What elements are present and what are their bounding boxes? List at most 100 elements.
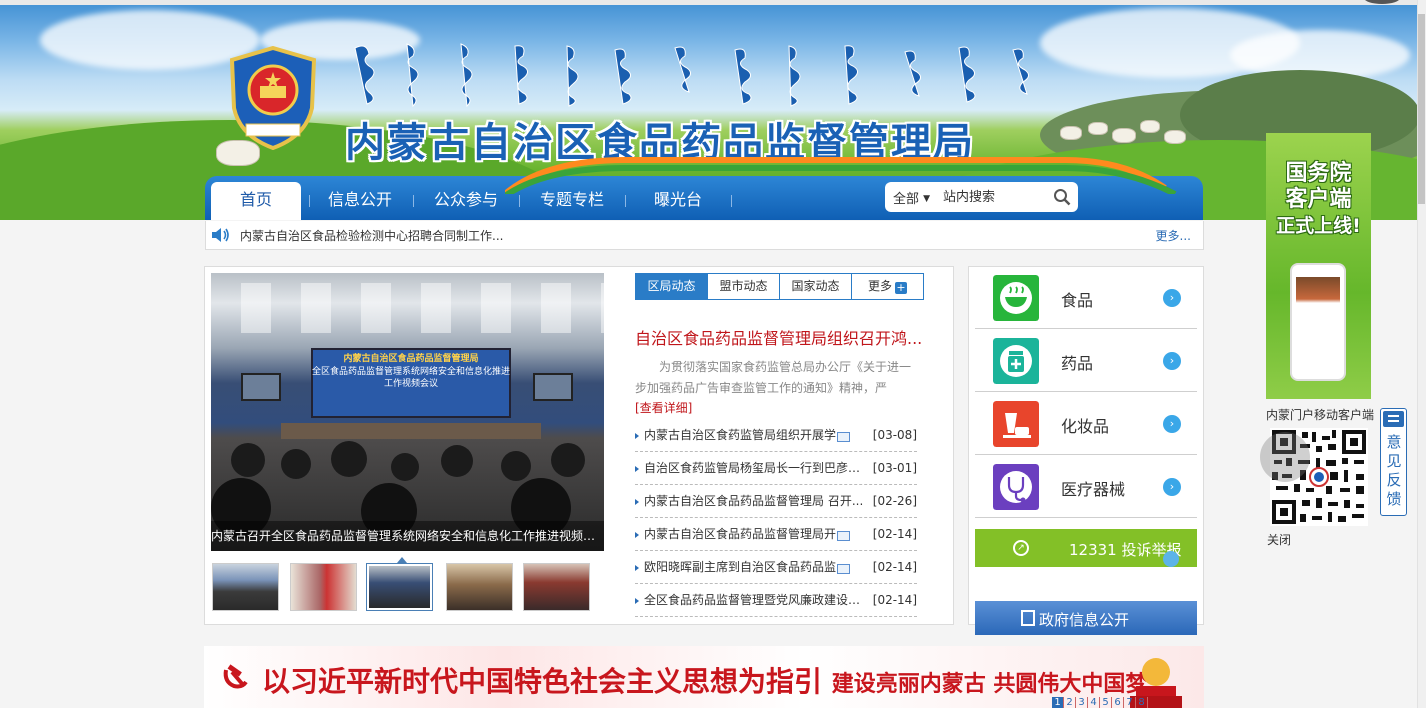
page-6[interactable]: 6	[1112, 697, 1124, 708]
news-title[interactable]: 全区食品药品监督管理暨党风廉政建设工...	[644, 584, 864, 617]
news-title[interactable]: 内蒙古自治区食药监管局组织开展学	[644, 419, 864, 452]
medicine-bottle-icon	[993, 338, 1039, 384]
app-promo-banner[interactable]: 国务院 客户端 正式上线!	[1266, 133, 1371, 399]
nav-separator	[731, 195, 732, 207]
nav-separator	[309, 195, 310, 207]
news-list-item[interactable]: 自治区食药监管局杨玺局长一行到巴彦淖... [03-01]	[635, 452, 917, 485]
page-2[interactable]: 2	[1064, 697, 1076, 708]
nav-exposure[interactable]: 曝光台	[635, 182, 721, 220]
caret-down-icon: ▼	[923, 194, 931, 204]
news-title[interactable]: 内蒙古自治区食品药品监督管理局 召开...	[644, 485, 864, 518]
plus-icon: +	[895, 281, 907, 294]
audience-head	[391, 453, 419, 481]
page-8[interactable]: 8	[1136, 697, 1148, 708]
cursor-dot	[1163, 551, 1179, 567]
promo-line-2: 客户端	[1285, 187, 1352, 212]
thumbnail[interactable]	[290, 563, 357, 611]
tab-league-city-news[interactable]: 盟市动态	[708, 274, 780, 299]
page-4[interactable]: 4	[1088, 697, 1100, 708]
complaint-hotline-button[interactable]: ↗ 12331 投诉举报	[975, 529, 1197, 567]
chevron-right-icon: ›	[1163, 478, 1181, 496]
nav-info-disclosure[interactable]: 信息公开	[317, 182, 403, 220]
food-bowl-icon	[993, 275, 1039, 321]
image-icon	[837, 531, 850, 541]
search-scope-select[interactable]: 全部 ▼	[893, 188, 930, 207]
slogan-text: 以习近平新时代中国特色社会主义思想为指引 建设亮丽内蒙古 共圆伟大中国梦	[262, 660, 1147, 700]
search-box: 全部 ▼	[885, 182, 1078, 212]
thumbnail[interactable]	[446, 563, 513, 611]
agency-emblem-icon	[229, 46, 317, 150]
sheep	[1088, 122, 1108, 135]
nav-special-topics[interactable]: 专题专栏	[529, 182, 615, 220]
news-slide-image[interactable]: 内蒙古自治区食品药品监督管理局 全区食品药品监督管理系统网络安全和信息化推进工作…	[211, 273, 604, 551]
bullet-icon	[635, 466, 639, 472]
category-medical-devices[interactable]: 医疗器械 ›	[975, 456, 1197, 518]
sheep	[1060, 126, 1082, 140]
category-food[interactable]: 食品 ›	[975, 267, 1197, 329]
hammer-sickle-icon	[223, 664, 248, 689]
gov-info-disclosure-button[interactable]: 政府信息公开	[975, 601, 1197, 635]
tab-national-news[interactable]: 国家动态	[780, 274, 852, 299]
feedback-label: 意见反馈	[1386, 433, 1402, 508]
category-cosmetics[interactable]: 化妆品 ›	[975, 393, 1197, 455]
notice-link[interactable]: 内蒙古自治区食品检验检测中心招聘合同制工作...	[240, 227, 503, 244]
news-title[interactable]: 自治区食药监管局杨玺局长一行到巴彦淖...	[644, 452, 864, 485]
category-panel: 食品 › 药品 › 化妆品 › 医疗器械 › ↗ 12331 投诉举报 政府信息…	[968, 266, 1204, 635]
sheep	[1164, 130, 1186, 144]
search-input[interactable]	[943, 186, 1048, 208]
notice-bar: 内蒙古自治区食品检验检测中心招聘合同制工作... 更多...	[205, 221, 1204, 250]
view-detail-link[interactable]: [查看详细]	[635, 399, 692, 416]
news-list-item[interactable]: 欧阳晓晖副主席到自治区食品药品监 [02-14]	[635, 551, 917, 584]
page-5[interactable]: 5	[1100, 697, 1112, 708]
news-title[interactable]: 内蒙古自治区食品药品监督管理局开	[644, 518, 864, 551]
news-list-item[interactable]: 内蒙古自治区食品药品监督管理局 召开... [02-26]	[635, 485, 917, 518]
main-nav: 首页 信息公开 公众参与 专题专栏 曝光台 全部 ▼	[205, 157, 1203, 220]
news-date: [02-14]	[872, 560, 917, 574]
news-list-item[interactable]: 内蒙古自治区食药监管局组织开展学 [03-08]	[635, 419, 917, 452]
thumbnail-image	[447, 564, 512, 610]
bullet-icon	[635, 499, 639, 505]
tab-more[interactable]: 更多 +	[852, 274, 923, 299]
thumbnail-active[interactable]	[366, 563, 433, 611]
thumbnail[interactable]	[212, 563, 279, 611]
page-7[interactable]: 7	[1124, 697, 1136, 708]
sheep	[1112, 128, 1136, 143]
news-list-item[interactable]: 全区食品药品监督管理暨党风廉政建设工... [02-14]	[635, 584, 917, 617]
nav-separator	[625, 195, 626, 207]
news-tabs: 区局动态 盟市动态 国家动态 更多 +	[635, 273, 924, 300]
audience-head	[441, 445, 473, 477]
overlay-circle	[1260, 432, 1310, 482]
news-list-item[interactable]: 内蒙古自治区食品药品监督管理局开 [02-14]	[635, 518, 917, 551]
thumbnail[interactable]	[523, 563, 590, 611]
page-1[interactable]: 1	[1052, 697, 1064, 708]
stethoscope-icon	[993, 464, 1039, 510]
category-drugs[interactable]: 药品 ›	[975, 330, 1197, 392]
top-strip	[0, 0, 1426, 5]
ceiling-lights	[211, 283, 604, 333]
page-3[interactable]: 3	[1076, 697, 1088, 708]
thumbnail-image	[291, 564, 356, 610]
menu-icon	[1383, 411, 1404, 427]
search-icon[interactable]	[1053, 188, 1071, 206]
nav-home[interactable]: 首页	[211, 182, 301, 220]
close-float-button[interactable]: 关闭	[1267, 531, 1291, 548]
side-monitor	[533, 373, 573, 401]
side-monitor	[241, 373, 281, 401]
podium-table	[281, 423, 541, 439]
bullet-icon	[635, 598, 639, 604]
audience-head	[501, 451, 531, 481]
news-title[interactable]: 欧阳晓晖副主席到自治区食品药品监	[644, 551, 864, 584]
nav-public-participation[interactable]: 公众参与	[423, 182, 509, 220]
tab-region-news[interactable]: 区局动态	[636, 274, 708, 299]
feedback-button[interactable]: 意见反馈	[1380, 408, 1407, 516]
tab-more-label: 更多	[867, 279, 892, 293]
arrow-circle-icon: ↗	[1013, 540, 1029, 556]
image-icon	[837, 432, 850, 442]
thumbnail-image	[213, 564, 278, 610]
headline-summary: 为贯彻落实国家食药监管总局办公厅《关于进一步加强药品广告审查监管工作的通知》精神…	[635, 360, 912, 395]
slide-caption[interactable]: 内蒙古召开全区食品药品监督管理系统网络安全和信息化工作推进视频会...	[211, 521, 604, 551]
notice-more-link[interactable]: 更多...	[1156, 227, 1191, 244]
promo-line-3: 正式上线!	[1276, 215, 1361, 237]
scrollbar-thumb[interactable]	[1418, 14, 1425, 204]
headline-link[interactable]: 自治区食品药品监督管理局组织召开鸿...	[635, 325, 925, 349]
